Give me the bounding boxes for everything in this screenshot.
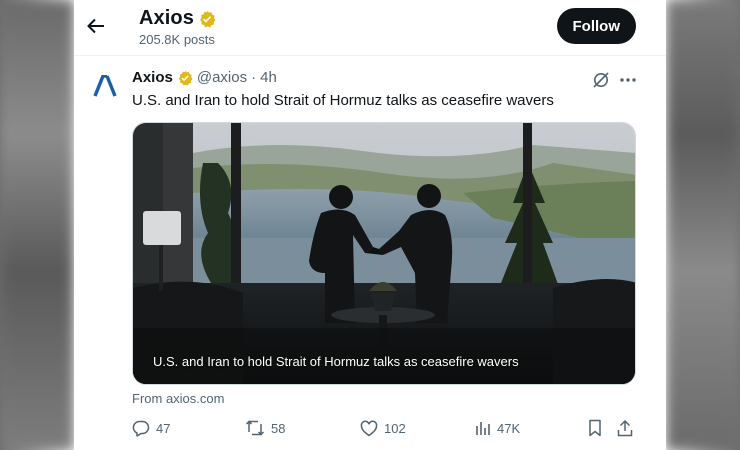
share-button[interactable] (617, 417, 639, 439)
meta-separator: · (251, 69, 257, 86)
verified-badge-icon (177, 70, 193, 86)
back-button[interactable] (84, 12, 108, 40)
views-count: 47K (497, 420, 521, 436)
verified-badge-icon (198, 10, 216, 28)
posts-count: 205.8K posts (139, 32, 215, 47)
more-icon (620, 78, 636, 82)
tweet[interactable]: Axios @axios · 4h U.S. and Iran to hold … (74, 57, 666, 450)
tweet-text: U.S. and Iran to hold Strait of Hormuz t… (132, 92, 554, 109)
like-button[interactable]: 102 (360, 417, 406, 439)
views-icon (476, 422, 490, 435)
follow-button[interactable]: Follow (556, 8, 636, 44)
reply-count: 47 (156, 420, 171, 436)
link-card-image[interactable]: U.S. and Iran to hold Strait of Hormuz t… (132, 122, 636, 385)
repost-icon (245, 420, 265, 436)
post-frame: Axios 205.8K posts Follow Axios @axios ·… (74, 0, 666, 450)
author-name[interactable]: Axios (132, 69, 173, 86)
tweet-meta: Axios @axios · 4h (132, 69, 277, 86)
author-handle[interactable]: @axios (197, 69, 247, 86)
repost-count: 58 (271, 420, 286, 436)
bookmark-button[interactable] (587, 417, 609, 439)
reply-icon (132, 420, 150, 437)
like-count: 102 (384, 420, 406, 436)
avatar[interactable] (90, 71, 120, 101)
more-button[interactable] (617, 69, 639, 91)
tweet-time[interactable]: 4h (260, 69, 277, 86)
background-left-blur (0, 0, 74, 450)
grok-icon (593, 72, 609, 88)
back-arrow-icon (87, 18, 104, 34)
views-button[interactable]: 47K (475, 417, 520, 439)
grok-button[interactable] (590, 69, 612, 91)
action-bar: 47 58 102 47K (132, 417, 642, 439)
link-source[interactable]: From axios.com (132, 391, 224, 406)
like-icon (360, 420, 378, 436)
profile-header: Axios 205.8K posts Follow (74, 0, 666, 56)
repost-button[interactable]: 58 (245, 417, 285, 439)
background-right-blur (666, 0, 740, 450)
reply-button[interactable]: 47 (132, 417, 170, 439)
bookmark-icon (589, 419, 601, 437)
handshake-photo (133, 123, 635, 384)
header-title-row: Axios (139, 7, 216, 30)
profile-name: Axios (139, 7, 194, 29)
media-caption: U.S. and Iran to hold Strait of Hormuz t… (153, 354, 519, 369)
share-icon (617, 419, 633, 437)
axios-logo-icon (93, 75, 117, 97)
